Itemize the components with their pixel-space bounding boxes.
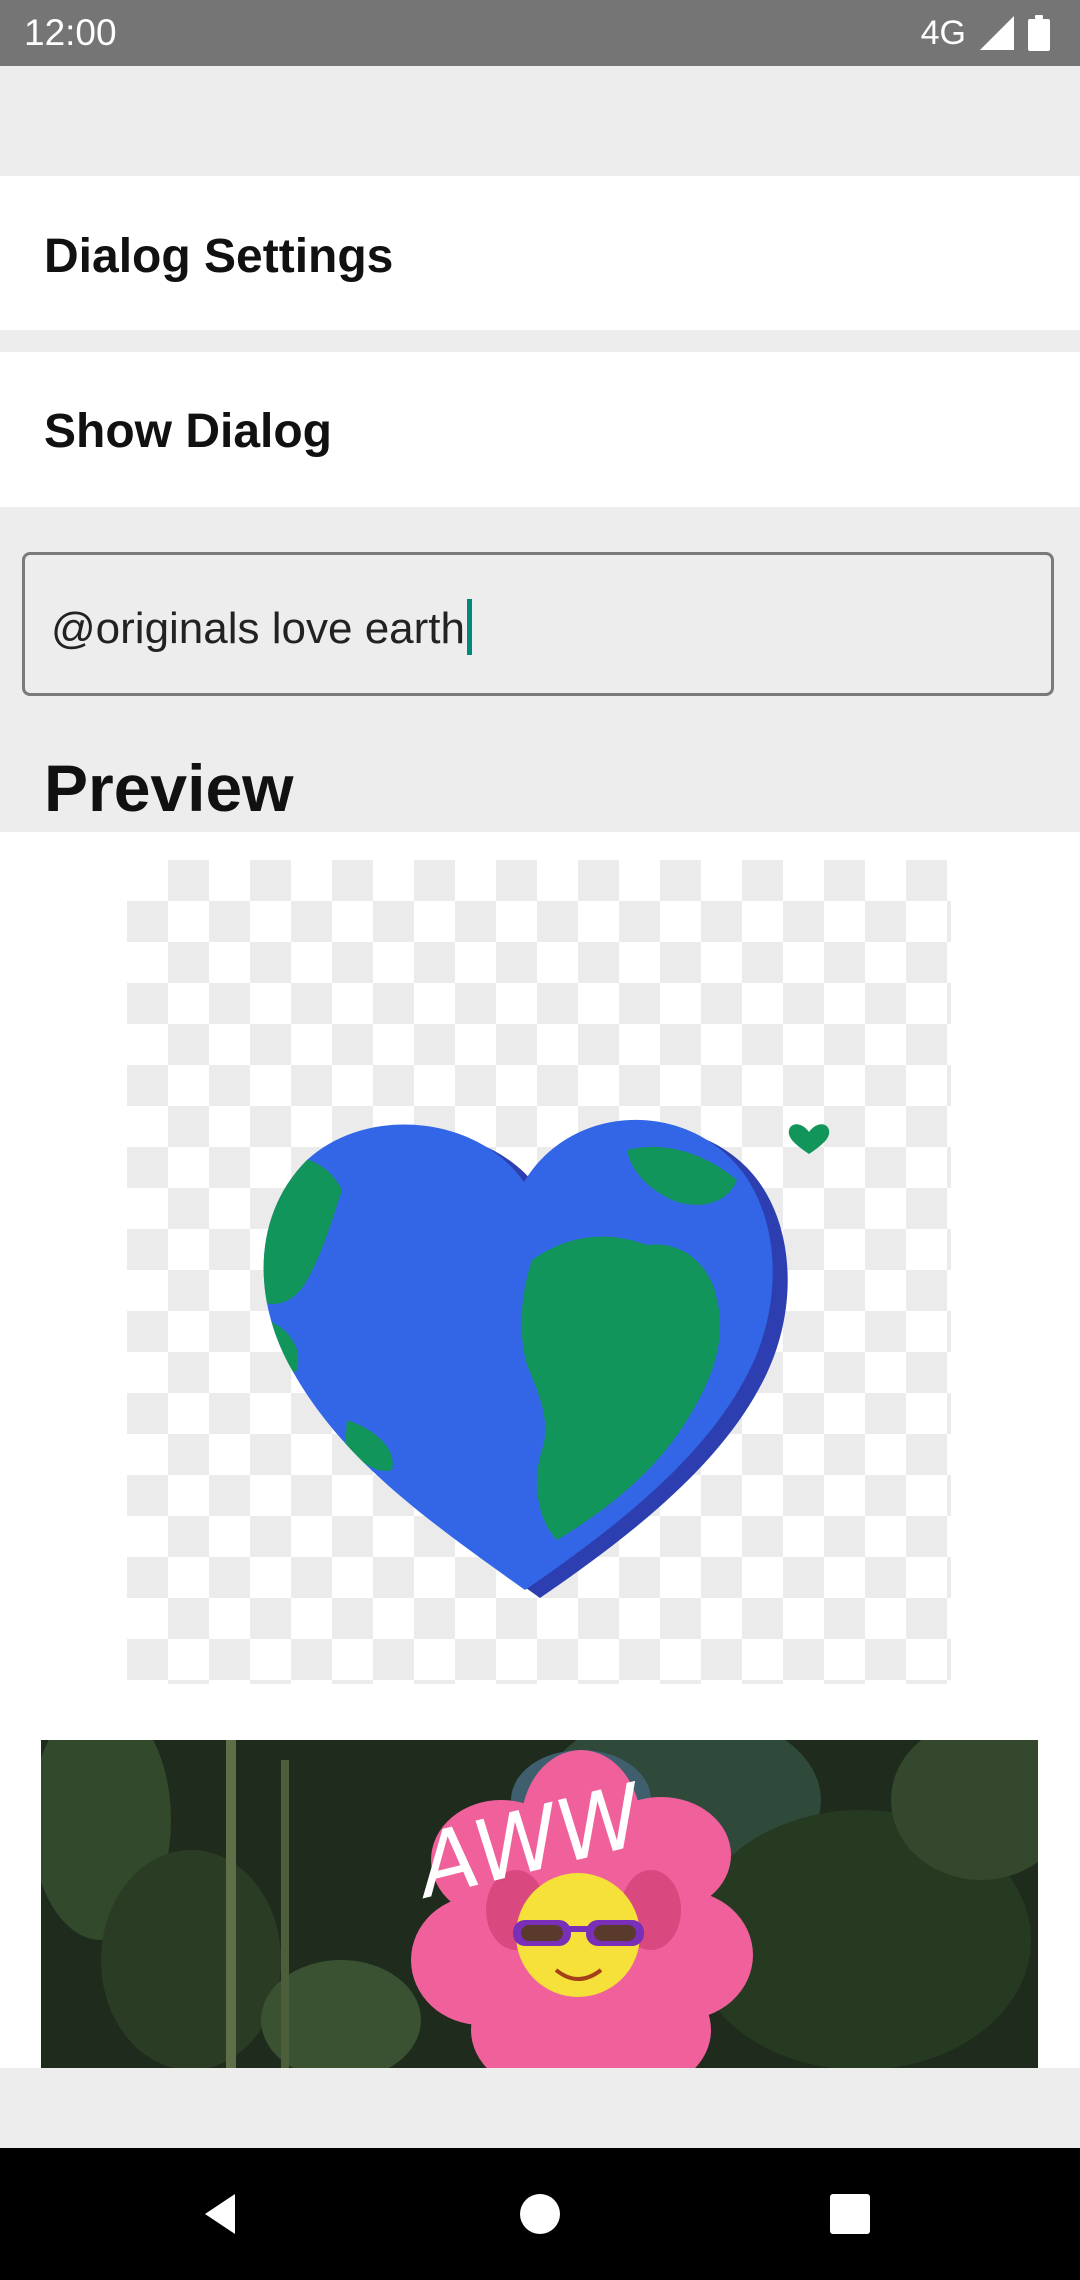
back-icon[interactable] [195,2184,255,2244]
aww-flower-image: AWW [41,1740,1038,2068]
home-icon[interactable] [510,2184,570,2244]
recents-icon[interactable] [820,2184,880,2244]
dialog-settings-item[interactable]: Dialog Settings [0,176,1080,330]
heart-earth-sticker[interactable] [127,860,951,1684]
heart-earth-image [263,1119,830,1598]
battery-icon [1028,15,1050,51]
status-icons: 4G [921,10,1050,56]
status-time: 12:00 [24,12,117,53]
network-type: 4G [920,14,966,52]
signal-icon [980,16,1014,50]
dialog-settings-label: Dialog Settings [44,230,394,283]
show-dialog-label: Show Dialog [44,405,332,458]
search-input-value: @originals love earth [51,599,472,655]
search-input[interactable]: @originals love earth [22,552,1054,696]
text-cursor [466,599,472,655]
preview-title: Preview [44,751,294,825]
search-text: @originals love earth [51,604,465,653]
aww-flower-gif[interactable]: AWW [41,1740,1038,2068]
preview-list[interactable]: AWW [0,832,1080,2068]
status-bar: 12:00 4G [0,0,1080,66]
navigation-bar [0,2148,1080,2280]
show-dialog-item[interactable]: Show Dialog [0,352,1080,507]
